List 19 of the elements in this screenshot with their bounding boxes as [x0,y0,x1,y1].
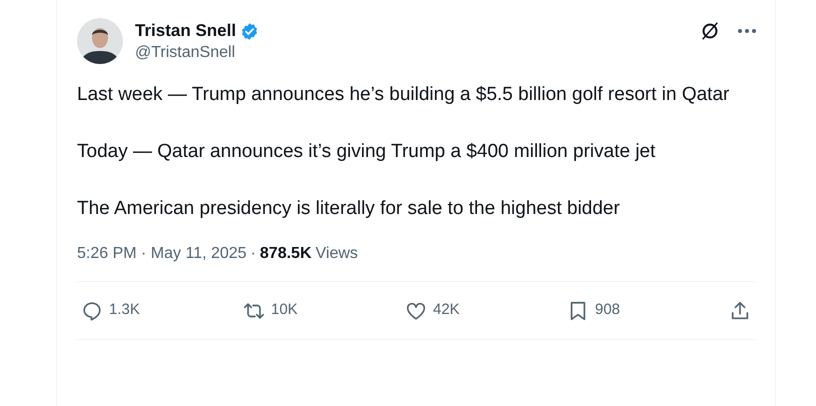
like-button[interactable]: 42K [405,299,555,322]
post-text: The American presidency is literally for sale to the highest bidder [77,197,621,221]
comment-icon [81,300,103,322]
post-text: Last week — Trump announces he’s building a $5.5 billion golf resort in Qatar [77,83,730,107]
bookmark-button[interactable]: 908 [567,299,717,322]
share-button[interactable] [729,300,751,322]
avatar [77,18,123,64]
grok-icon[interactable] [699,20,721,42]
reply-button[interactable]: 1.3K [81,299,231,322]
author-name[interactable]: Tristan Snell [135,21,236,41]
timestamp[interactable]: 5:26 PM · May 11, 2025 [77,242,247,266]
views-count: 878.5K [260,244,312,264]
repost-button[interactable]: 10K [243,299,393,322]
views-label: Views [316,244,358,264]
author-handle[interactable]: @TristanSnell [135,41,260,65]
share-icon [729,300,751,322]
post-text: Today — Qatar announces it’s giving Trump a $400 million private jet [77,140,656,164]
separator-dot: · [250,244,256,264]
more-options-icon[interactable] [737,28,757,34]
